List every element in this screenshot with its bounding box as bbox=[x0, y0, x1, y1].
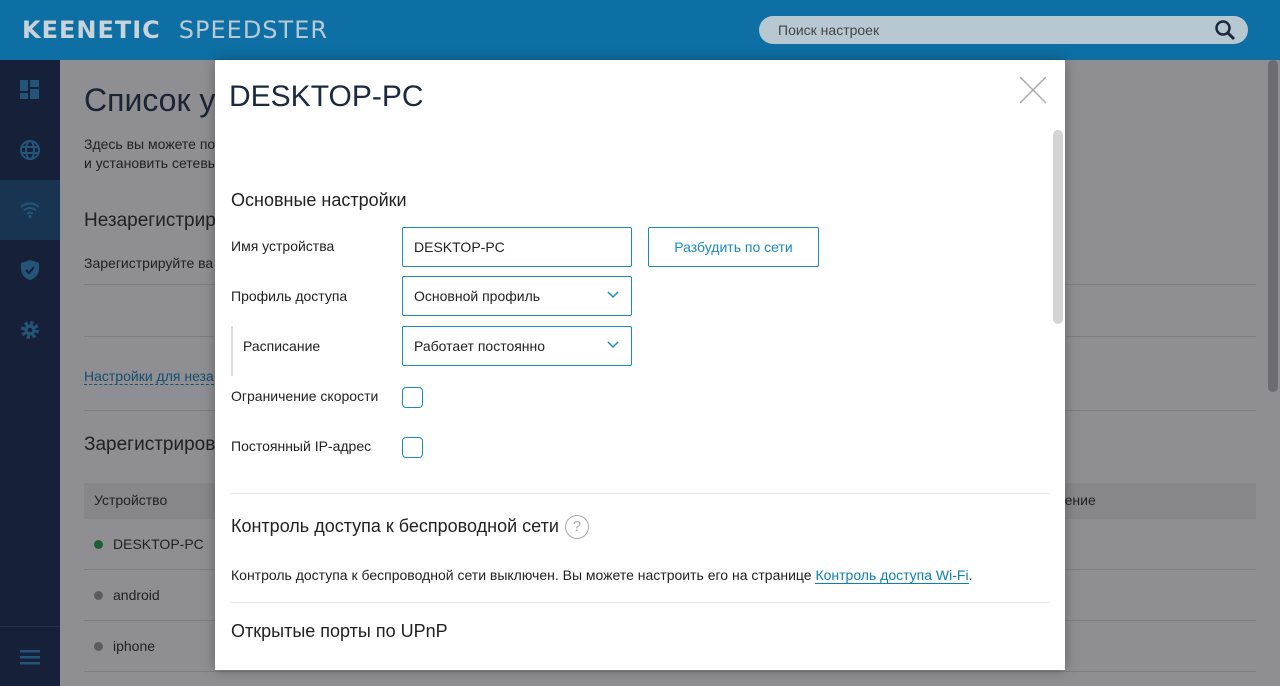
divider bbox=[231, 493, 1049, 494]
help-icon[interactable]: ? bbox=[564, 515, 589, 539]
speed-limit-label: Ограничение скорости bbox=[231, 388, 379, 404]
brand: KEENETIC bbox=[22, 16, 161, 44]
device-name-label: Имя устройства bbox=[231, 238, 335, 254]
model-name: SPEEDSTER bbox=[178, 16, 329, 44]
chevron-down-icon bbox=[607, 291, 619, 299]
wifi-acl-link[interactable]: Контроль доступа Wi-Fi bbox=[815, 567, 969, 584]
wifi-acl-description: Контроль доступа к беспроводной сети вык… bbox=[231, 567, 816, 583]
header: KEENETIC SPEEDSTER Поиск настроек bbox=[0, 0, 1280, 60]
wifi-acl-text: Контроль доступа к беспроводной сети вык… bbox=[231, 567, 973, 584]
access-profile-value: Основной профиль bbox=[414, 288, 541, 304]
indent-bar bbox=[231, 326, 233, 376]
wake-on-lan-button[interactable]: Разбудить по сети bbox=[648, 227, 819, 267]
schedule-label: Расписание bbox=[243, 338, 321, 354]
static-ip-checkbox[interactable] bbox=[402, 437, 423, 458]
page-scrollbar[interactable] bbox=[1268, 60, 1278, 392]
period: . bbox=[968, 567, 973, 583]
dialog-title: DESKTOP-PC bbox=[229, 80, 424, 113]
access-profile-label: Профиль доступа bbox=[231, 288, 348, 304]
close-icon[interactable] bbox=[1019, 76, 1047, 104]
search-input[interactable]: Поиск настроек bbox=[759, 16, 1248, 44]
dialog-scrollbar[interactable] bbox=[1053, 130, 1063, 324]
schedule-select[interactable]: Работает постоянно bbox=[402, 326, 632, 366]
divider bbox=[231, 602, 1049, 603]
access-profile-select[interactable]: Основной профиль bbox=[402, 276, 632, 316]
search-placeholder: Поиск настроек bbox=[778, 22, 880, 38]
device-name-input[interactable]: DESKTOP-PC bbox=[402, 227, 632, 267]
search-icon[interactable] bbox=[1214, 19, 1236, 41]
speed-limit-checkbox[interactable] bbox=[402, 387, 423, 408]
device-dialog: DESKTOP-PC Основные настройки Имя устрой… bbox=[215, 60, 1065, 670]
static-ip-label: Постоянный IP-адрес bbox=[231, 438, 372, 454]
schedule-value: Работает постоянно bbox=[414, 338, 546, 354]
wifi-acl-title: Контроль доступа к беспроводной сети bbox=[231, 515, 559, 536]
upnp-title: Открытые порты по UPnP bbox=[231, 621, 448, 641]
chevron-down-icon bbox=[607, 341, 619, 349]
basic-settings-title: Основные настройки bbox=[231, 190, 407, 210]
logo[interactable]: KEENETIC SPEEDSTER bbox=[22, 16, 328, 44]
